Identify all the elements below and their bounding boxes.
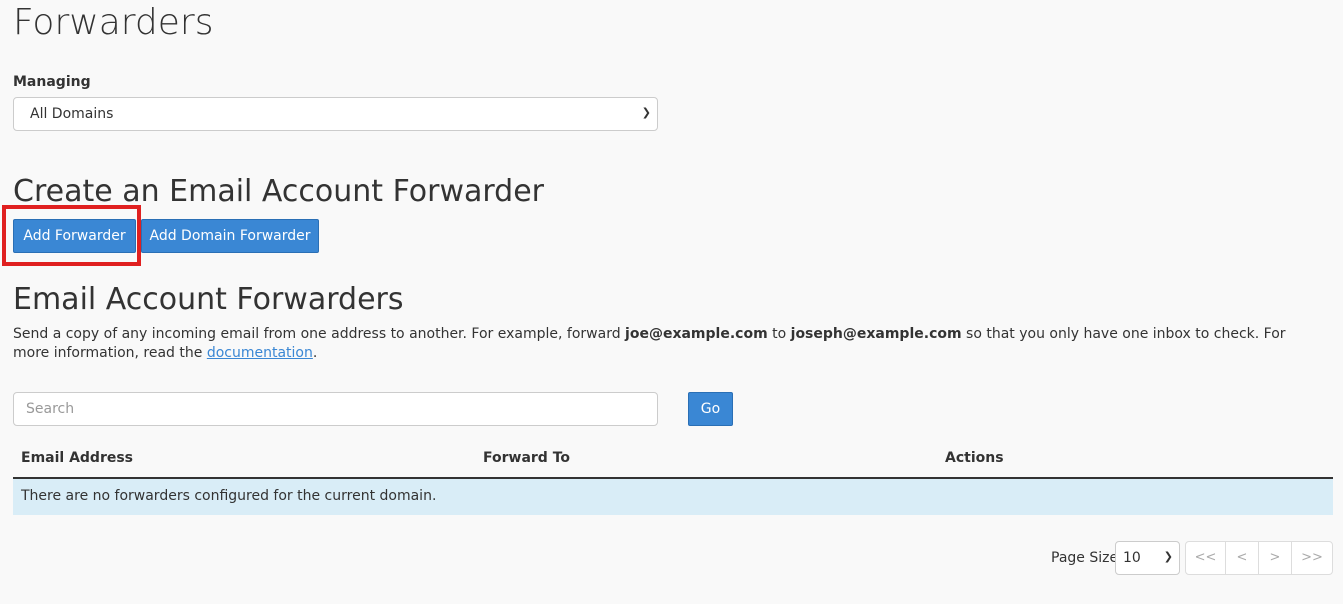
page-size-select[interactable]: 10 ❯: [1115, 541, 1180, 575]
column-email-address[interactable]: Email Address: [21, 450, 133, 466]
managing-label: Managing: [13, 74, 91, 90]
chevron-down-icon: ❯: [641, 106, 651, 119]
column-actions: Actions: [945, 450, 1004, 466]
page-title: Forwarders: [13, 2, 214, 43]
desc-text: Send a copy of any incoming email from o…: [13, 326, 626, 342]
documentation-link[interactable]: documentation: [207, 345, 313, 361]
list-heading: Email Account Forwarders: [13, 282, 404, 317]
prev-page-button[interactable]: <: [1225, 541, 1259, 575]
example-to: joseph@example.com: [790, 326, 962, 342]
description: Send a copy of any incoming email from o…: [13, 325, 1323, 363]
add-forwarder-button[interactable]: Add Forwarder: [13, 219, 136, 253]
page-size-label: Page Size: [1051, 550, 1119, 566]
search-input[interactable]: Search: [13, 392, 658, 426]
create-heading: Create an Email Account Forwarder: [13, 174, 545, 209]
chevron-down-icon: ❯: [1163, 550, 1173, 563]
managing-value: All Domains: [30, 106, 114, 122]
last-page-button[interactable]: >>: [1291, 541, 1333, 575]
next-page-button[interactable]: >: [1258, 541, 1292, 575]
managing-select[interactable]: All Domains ❯: [13, 97, 658, 131]
desc-text: .: [312, 345, 318, 361]
go-button[interactable]: Go: [688, 392, 733, 426]
add-domain-forwarder-button[interactable]: Add Domain Forwarder: [141, 219, 319, 253]
desc-text: to: [767, 326, 791, 342]
column-forward-to[interactable]: Forward To: [483, 450, 570, 466]
page-size-value: 10: [1123, 550, 1141, 566]
first-page-button[interactable]: <<: [1185, 541, 1226, 575]
empty-row: There are no forwarders configured for t…: [13, 479, 1333, 515]
example-from: joe@example.com: [625, 326, 768, 342]
